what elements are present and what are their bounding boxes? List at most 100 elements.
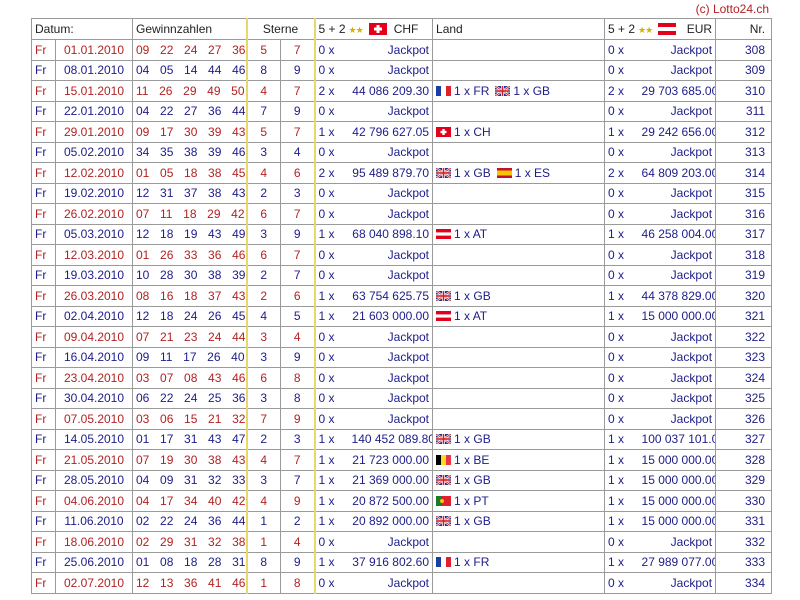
row-numbers: 11 26 29 49 50 xyxy=(132,80,247,102)
row-star-2: 9 xyxy=(279,490,316,512)
row-chf-amount: Jackpot xyxy=(348,408,434,430)
row-chf-count: 1 x xyxy=(314,428,349,450)
row-chf-amount: Jackpot xyxy=(348,203,434,225)
row-nr: 330 xyxy=(715,490,773,512)
row-eur-amount: 46 258 004.00 xyxy=(638,223,717,245)
row-eur-count: 1 x xyxy=(604,428,639,450)
row-countries: 1 x GB xyxy=(432,428,606,450)
row-star-2: 8 xyxy=(279,387,316,409)
row-numbers: 01 17 31 43 47 xyxy=(132,428,247,450)
gb-flag-icon xyxy=(436,516,452,527)
table-row: Fr 12.03.2010 01 26 33 36 46 6 7 0 x Jackpot 0 … xyxy=(31,244,773,266)
row-nr: 309 xyxy=(715,59,773,81)
country-winner-text: 1 x AT xyxy=(454,309,488,324)
row-date: 05.02.2010 xyxy=(55,141,133,163)
credit-text: (c) Lotto24.ch xyxy=(695,2,769,16)
row-day: Fr xyxy=(31,182,56,204)
table-row: Fr 18.06.2010 02 29 31 32 38 1 4 0 x Jackpot 0 … xyxy=(31,531,773,553)
row-eur-amount: 27 989 077.00 xyxy=(638,551,717,573)
country-winner-text: 1 x AT xyxy=(454,227,488,242)
row-nr: 311 xyxy=(715,100,773,122)
row-chf-count: 0 x xyxy=(314,572,349,594)
country-winner: 1 x GB xyxy=(436,289,491,303)
header-chf-label: CHF xyxy=(393,22,419,36)
row-numbers: 03 07 08 43 46 xyxy=(132,367,247,389)
row-numbers: 12 18 19 43 49 xyxy=(132,223,247,245)
table-row: Fr 02.07.2010 12 13 36 41 46 1 8 0 x Jackpot 0 … xyxy=(31,572,773,594)
row-eur-count: 1 x xyxy=(604,490,639,512)
country-winner: 1 x GB xyxy=(436,166,491,180)
row-chf-count: 0 x xyxy=(314,100,349,122)
row-star-2: 9 xyxy=(279,346,316,368)
row-eur-count: 1 x xyxy=(604,285,639,307)
row-nr: 313 xyxy=(715,141,773,163)
header-nr: Nr. xyxy=(715,18,773,40)
row-chf-amount: Jackpot xyxy=(348,244,434,266)
row-eur-count: 0 x xyxy=(604,182,639,204)
gb-flag-icon xyxy=(436,167,452,178)
row-eur-count: 0 x xyxy=(604,244,639,266)
row-date: 11.06.2010 xyxy=(55,510,133,532)
row-star-1: 3 xyxy=(245,141,281,163)
row-chf-amount: 21 369 000.00 xyxy=(348,469,434,491)
row-eur-amount: 100 037 101.00 xyxy=(638,428,717,450)
row-date: 21.05.2010 xyxy=(55,449,133,471)
row-eur-amount: 15 000 000.00 xyxy=(638,305,717,327)
row-eur-amount: 15 000 000.00 xyxy=(638,510,717,532)
row-chf-count: 0 x xyxy=(314,244,349,266)
row-chf-count: 0 x xyxy=(314,531,349,553)
row-day: Fr xyxy=(31,223,56,245)
row-star-2: 9 xyxy=(279,551,316,573)
row-countries: 1 x GB xyxy=(432,510,606,532)
row-day: Fr xyxy=(31,264,56,286)
country-winner-text: 1 x FR xyxy=(454,83,490,98)
row-star-1: 4 xyxy=(245,490,281,512)
row-nr: 314 xyxy=(715,162,773,184)
row-star-2: 6 xyxy=(279,162,316,184)
pt-flag-icon xyxy=(436,495,452,506)
table-row: Fr 28.05.2010 04 09 31 32 33 3 7 1 x 21 369 00… xyxy=(31,469,773,491)
country-winner: 1 x BE xyxy=(436,453,489,467)
row-day: Fr xyxy=(31,408,56,430)
row-chf-amount: Jackpot xyxy=(348,39,434,61)
row-countries xyxy=(432,182,606,204)
row-star-1: 3 xyxy=(245,326,281,348)
row-star-1: 2 xyxy=(245,285,281,307)
row-chf-amount: 140 452 089.80 xyxy=(348,428,434,450)
table-row: Fr 11.06.2010 02 22 24 36 44 1 2 1 x 20 892 00… xyxy=(31,510,773,532)
row-numbers: 10 28 30 38 39 xyxy=(132,264,247,286)
row-numbers: 02 22 24 36 44 xyxy=(132,510,247,532)
row-numbers: 07 19 30 38 43 xyxy=(132,449,247,471)
row-countries xyxy=(432,326,606,348)
row-nr: 326 xyxy=(715,408,773,430)
row-chf-count: 1 x xyxy=(314,551,349,573)
country-winner: 1 x GB xyxy=(436,514,491,528)
row-nr: 312 xyxy=(715,121,773,143)
row-nr: 318 xyxy=(715,244,773,266)
row-day: Fr xyxy=(31,141,56,163)
row-eur-count: 0 x xyxy=(604,100,639,122)
row-chf-count: 1 x xyxy=(314,285,349,307)
row-eur-count: 0 x xyxy=(604,346,639,368)
table-row: Fr 04.06.2010 04 17 34 40 42 4 9 1 x 20 872 50… xyxy=(31,490,773,512)
row-eur-count: 1 x xyxy=(604,510,639,532)
row-eur-amount: 44 378 829.00 xyxy=(638,285,717,307)
row-day: Fr xyxy=(31,367,56,389)
row-countries: 1 x GB xyxy=(432,469,606,491)
table-row: Fr 21.05.2010 07 19 30 38 43 4 7 1 x 21 723 00… xyxy=(31,449,773,471)
header-chf-prefix: 5 + 2 xyxy=(318,22,346,36)
row-date: 25.06.2010 xyxy=(55,551,133,573)
row-nr: 308 xyxy=(715,39,773,61)
row-nr: 328 xyxy=(715,449,773,471)
row-eur-count: 0 x xyxy=(604,59,639,81)
row-numbers: 09 17 30 39 43 xyxy=(132,121,247,143)
row-date: 08.01.2010 xyxy=(55,59,133,81)
row-eur-count: 0 x xyxy=(604,531,639,553)
row-numbers: 04 05 14 44 46 xyxy=(132,59,247,81)
row-countries xyxy=(432,346,606,368)
row-star-1: 4 xyxy=(245,80,281,102)
row-numbers: 01 05 18 38 45 xyxy=(132,162,247,184)
row-chf-amount: 21 723 000.00 xyxy=(348,449,434,471)
row-chf-amount: 95 489 879.70 xyxy=(348,162,434,184)
row-chf-count: 1 x xyxy=(314,223,349,245)
